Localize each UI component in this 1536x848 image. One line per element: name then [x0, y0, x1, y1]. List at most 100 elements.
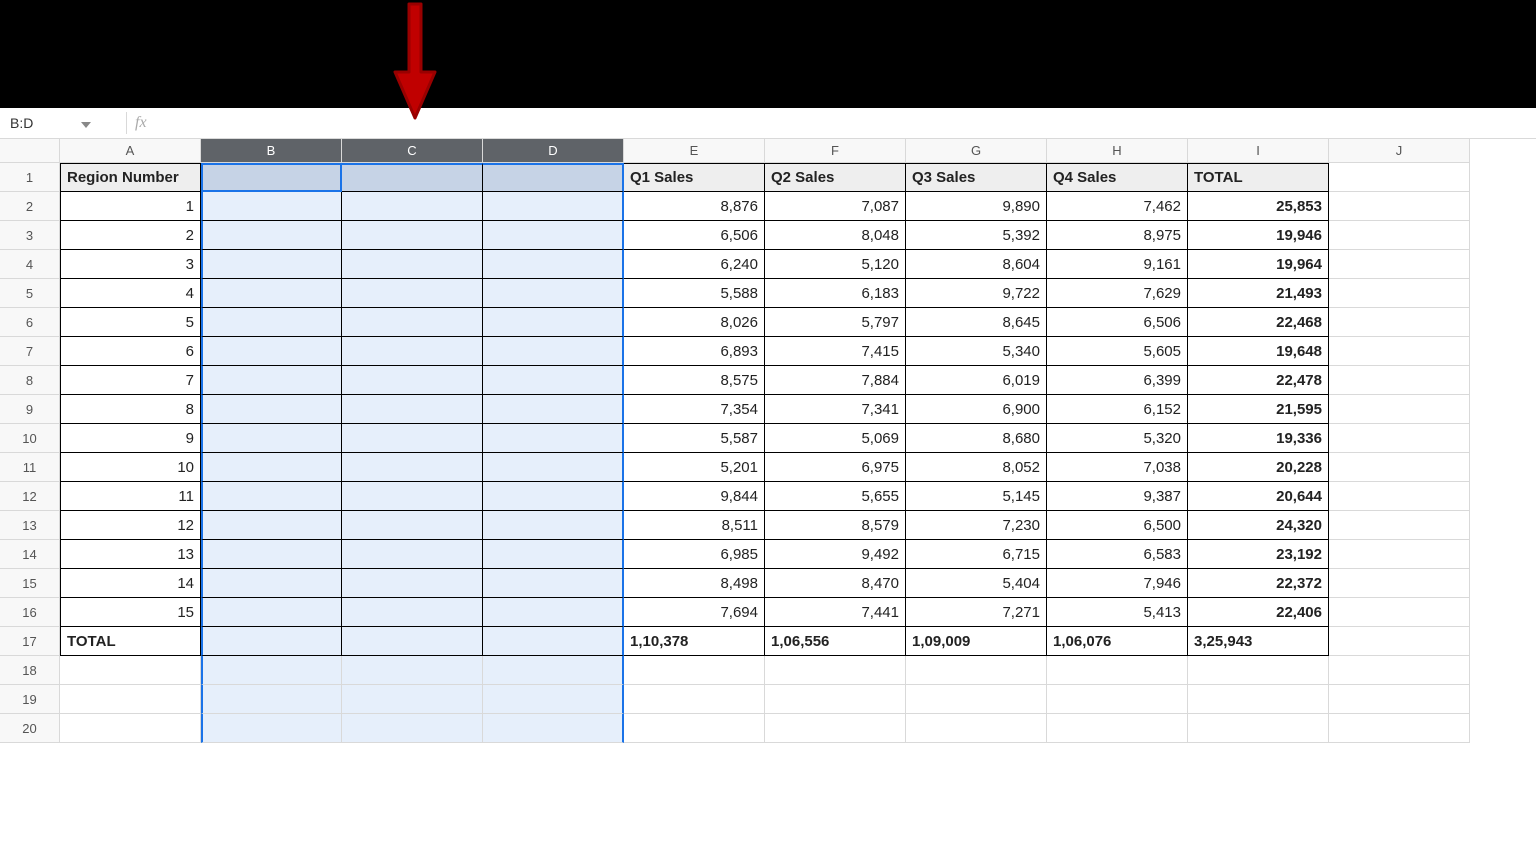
- cell-C12[interactable]: [342, 482, 483, 511]
- column-header-F[interactable]: F: [765, 139, 906, 163]
- cell-F5[interactable]: 6,183: [765, 279, 906, 308]
- cell-J10[interactable]: [1329, 424, 1470, 453]
- cell-J7[interactable]: [1329, 337, 1470, 366]
- column-header-A[interactable]: A: [60, 139, 201, 163]
- cell-J13[interactable]: [1329, 511, 1470, 540]
- cell-B4[interactable]: [201, 250, 342, 279]
- cell-B19[interactable]: [201, 685, 342, 714]
- cell-C7[interactable]: [342, 337, 483, 366]
- cell-G18[interactable]: [906, 656, 1047, 685]
- cell-G16[interactable]: 7,271: [906, 598, 1047, 627]
- cell-I11[interactable]: 20,228: [1188, 453, 1329, 482]
- row-header-11[interactable]: 11: [0, 453, 60, 482]
- cell-I13[interactable]: 24,320: [1188, 511, 1329, 540]
- column-header-D[interactable]: D: [483, 139, 624, 163]
- cell-D12[interactable]: [483, 482, 624, 511]
- cell-H6[interactable]: 6,506: [1047, 308, 1188, 337]
- row-header-6[interactable]: 6: [0, 308, 60, 337]
- cell-E9[interactable]: 7,354: [624, 395, 765, 424]
- cell-H15[interactable]: 7,946: [1047, 569, 1188, 598]
- cell-E2[interactable]: 8,876: [624, 192, 765, 221]
- cell-A7[interactable]: 6: [60, 337, 201, 366]
- cell-J11[interactable]: [1329, 453, 1470, 482]
- cell-G7[interactable]: 5,340: [906, 337, 1047, 366]
- cell-A13[interactable]: 12: [60, 511, 201, 540]
- cell-I10[interactable]: 19,336: [1188, 424, 1329, 453]
- cell-G19[interactable]: [906, 685, 1047, 714]
- cell-E19[interactable]: [624, 685, 765, 714]
- cell-D17[interactable]: [483, 627, 624, 656]
- cell-E15[interactable]: 8,498: [624, 569, 765, 598]
- cell-C19[interactable]: [342, 685, 483, 714]
- cell-F6[interactable]: 5,797: [765, 308, 906, 337]
- cell-A10[interactable]: 9: [60, 424, 201, 453]
- cell-C18[interactable]: [342, 656, 483, 685]
- cell-A3[interactable]: 2: [60, 221, 201, 250]
- cell-G20[interactable]: [906, 714, 1047, 743]
- cell-A18[interactable]: [60, 656, 201, 685]
- cell-G10[interactable]: 8,680: [906, 424, 1047, 453]
- cell-J18[interactable]: [1329, 656, 1470, 685]
- cell-C4[interactable]: [342, 250, 483, 279]
- cell-F18[interactable]: [765, 656, 906, 685]
- cell-H5[interactable]: 7,629: [1047, 279, 1188, 308]
- row-header-1[interactable]: 1: [0, 163, 60, 192]
- cell-G6[interactable]: 8,645: [906, 308, 1047, 337]
- cell-I18[interactable]: [1188, 656, 1329, 685]
- cell-E5[interactable]: 5,588: [624, 279, 765, 308]
- cell-A20[interactable]: [60, 714, 201, 743]
- cell-E7[interactable]: 6,893: [624, 337, 765, 366]
- cell-D7[interactable]: [483, 337, 624, 366]
- cell-J9[interactable]: [1329, 395, 1470, 424]
- row-header-15[interactable]: 15: [0, 569, 60, 598]
- cell-F7[interactable]: 7,415: [765, 337, 906, 366]
- cell-G1[interactable]: Q3 Sales: [906, 163, 1047, 192]
- select-all-corner[interactable]: [0, 139, 60, 163]
- cell-D13[interactable]: [483, 511, 624, 540]
- cell-D19[interactable]: [483, 685, 624, 714]
- cell-F11[interactable]: 6,975: [765, 453, 906, 482]
- cell-G2[interactable]: 9,890: [906, 192, 1047, 221]
- cell-G12[interactable]: 5,145: [906, 482, 1047, 511]
- row-header-4[interactable]: 4: [0, 250, 60, 279]
- cell-F19[interactable]: [765, 685, 906, 714]
- row-header-7[interactable]: 7: [0, 337, 60, 366]
- cell-A1[interactable]: Region Number: [60, 163, 201, 192]
- cell-H3[interactable]: 8,975: [1047, 221, 1188, 250]
- cell-C17[interactable]: [342, 627, 483, 656]
- cell-B16[interactable]: [201, 598, 342, 627]
- cell-H4[interactable]: 9,161: [1047, 250, 1188, 279]
- cell-H10[interactable]: 5,320: [1047, 424, 1188, 453]
- cell-G5[interactable]: 9,722: [906, 279, 1047, 308]
- cell-H17[interactable]: 1,06,076: [1047, 627, 1188, 656]
- cell-G13[interactable]: 7,230: [906, 511, 1047, 540]
- fx-icon[interactable]: fx: [133, 114, 155, 132]
- cell-F1[interactable]: Q2 Sales: [765, 163, 906, 192]
- cell-J6[interactable]: [1329, 308, 1470, 337]
- cell-A6[interactable]: 5: [60, 308, 201, 337]
- cell-C11[interactable]: [342, 453, 483, 482]
- cell-J2[interactable]: [1329, 192, 1470, 221]
- cell-E4[interactable]: 6,240: [624, 250, 765, 279]
- cell-C8[interactable]: [342, 366, 483, 395]
- row-header-13[interactable]: 13: [0, 511, 60, 540]
- cell-I15[interactable]: 22,372: [1188, 569, 1329, 598]
- cell-C15[interactable]: [342, 569, 483, 598]
- cell-I20[interactable]: [1188, 714, 1329, 743]
- cell-F10[interactable]: 5,069: [765, 424, 906, 453]
- cell-E18[interactable]: [624, 656, 765, 685]
- cell-C5[interactable]: [342, 279, 483, 308]
- cell-I14[interactable]: 23,192: [1188, 540, 1329, 569]
- cell-B6[interactable]: [201, 308, 342, 337]
- cell-J20[interactable]: [1329, 714, 1470, 743]
- column-header-E[interactable]: E: [624, 139, 765, 163]
- cell-I1[interactable]: TOTAL: [1188, 163, 1329, 192]
- cell-H14[interactable]: 6,583: [1047, 540, 1188, 569]
- cell-H18[interactable]: [1047, 656, 1188, 685]
- cell-A11[interactable]: 10: [60, 453, 201, 482]
- column-header-B[interactable]: B: [201, 139, 342, 163]
- column-header-G[interactable]: G: [906, 139, 1047, 163]
- cell-J12[interactable]: [1329, 482, 1470, 511]
- cell-C13[interactable]: [342, 511, 483, 540]
- row-header-9[interactable]: 9: [0, 395, 60, 424]
